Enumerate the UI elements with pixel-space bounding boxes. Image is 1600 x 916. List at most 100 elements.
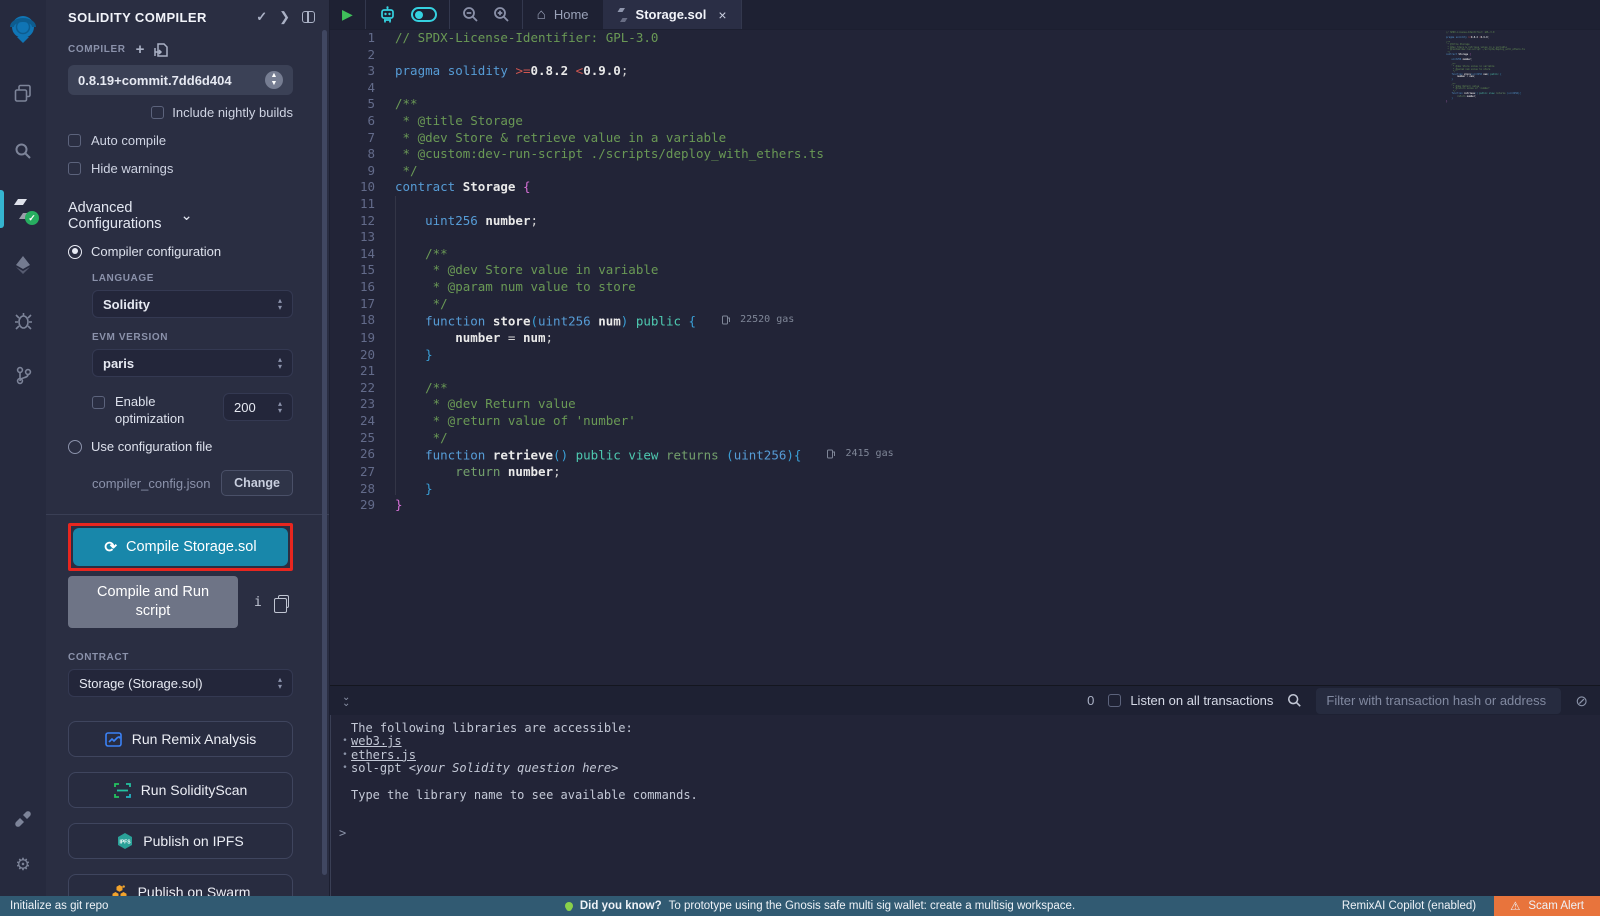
contract-section-label: CONTRACT xyxy=(68,652,293,663)
tab-home[interactable]: ⌂ Home xyxy=(523,0,603,29)
code-line: 28 } xyxy=(330,481,1600,498)
evm-version-select[interactable]: paris ▴▾ xyxy=(92,349,293,377)
optimization-runs-value: 200 xyxy=(234,400,278,415)
select-caret-icon: ▴▾ xyxy=(278,356,282,370)
editor-tabbar: ▶ ⌂ Home Storage.sol × xyxy=(330,0,1600,30)
terminal-line: •web3.js xyxy=(339,735,1600,748)
did-you-know-label: Did you know? xyxy=(580,900,662,912)
ai-copilot-toggle[interactable] xyxy=(411,7,437,22)
contract-select[interactable]: Storage (Storage.sol) ▴▾ xyxy=(68,669,293,697)
compile-button[interactable]: ⟳ Compile Storage.sol xyxy=(73,528,288,566)
compiler-configuration-label: Compiler configuration xyxy=(91,244,221,259)
compiler-version-select[interactable]: 0.8.19+commit.7dd6d404 ▲▼ xyxy=(68,65,293,95)
code-line: 5/** xyxy=(330,96,1600,113)
import-compiler-icon[interactable] xyxy=(154,43,168,57)
pin-panel-icon[interactable] xyxy=(302,11,315,23)
contract-value: Storage (Storage.sol) xyxy=(79,676,278,691)
evm-version-value: paris xyxy=(103,356,278,371)
copilot-status[interactable]: RemixAI Copilot (enabled) xyxy=(1342,900,1494,912)
code-line: 15 * @dev Store value in variable xyxy=(330,262,1600,279)
panel-scrollbar[interactable] xyxy=(322,30,327,875)
code-line: 17 */ xyxy=(330,296,1600,313)
debugger-icon[interactable] xyxy=(0,298,46,344)
code-line: 27 return number; xyxy=(330,464,1600,481)
settings-gear-icon[interactable]: ⚙ xyxy=(0,842,46,888)
terminal-line xyxy=(339,776,1600,789)
active-plugin-indicator xyxy=(0,190,4,228)
compiler-configuration-radio[interactable] xyxy=(68,245,82,259)
terminal-line: •ethers.js xyxy=(339,749,1600,762)
hide-warnings-checkbox[interactable] xyxy=(68,162,81,175)
change-config-button[interactable]: Change xyxy=(221,470,293,496)
highlight-rectangle: ⟳ Compile Storage.sol xyxy=(68,523,293,571)
did-you-know-text: To prototype using the Gnosis safe multi… xyxy=(669,900,1076,912)
terminal-output[interactable]: The following libraries are accessible:•… xyxy=(330,715,1600,896)
collapse-terminal-icon[interactable]: ⌄⌄ xyxy=(342,695,350,707)
lightbulb-icon xyxy=(565,902,573,910)
compile-success-badge: ✓ xyxy=(25,211,39,225)
terminal-line: •sol-gpt <your Solidity question here> xyxy=(339,762,1600,775)
warning-icon: ⚠ xyxy=(1510,899,1520,913)
code-line: 19 number = num; xyxy=(330,330,1600,347)
publish-on-ipfs-label: Publish on IPFS xyxy=(143,833,243,849)
deploy-run-icon[interactable] xyxy=(0,242,46,288)
search-icon[interactable] xyxy=(0,128,46,174)
home-tab-label: Home xyxy=(554,7,589,22)
copy-icon[interactable] xyxy=(278,595,289,608)
plugin-manager-icon[interactable] xyxy=(0,796,46,842)
code-line: 1// SPDX-License-Identifier: GPL-3.0 xyxy=(330,30,1600,47)
analysis-chart-icon xyxy=(105,732,122,747)
language-select[interactable]: Solidity ▴▾ xyxy=(92,290,293,318)
advanced-configurations-toggle[interactable]: Advanced Configurations ⌄ xyxy=(68,200,293,232)
auto-compile-checkbox[interactable] xyxy=(68,134,81,147)
solidity-compiler-icon[interactable]: ✓ xyxy=(0,186,46,232)
code-line: } xyxy=(1446,101,1542,103)
code-editor[interactable]: 1// SPDX-License-Identifier: GPL-3.02 3p… xyxy=(330,30,1600,685)
publish-on-ipfs-button[interactable]: IPFS Publish on IPFS xyxy=(68,823,293,859)
run-remix-analysis-button[interactable]: Run Remix Analysis xyxy=(68,721,293,757)
file-explorer-icon[interactable] xyxy=(0,70,46,116)
section-divider xyxy=(46,514,329,515)
git-init-status[interactable]: Initialize as git repo xyxy=(0,900,108,912)
enable-optimization-checkbox[interactable] xyxy=(92,396,105,409)
zoom-out-icon[interactable] xyxy=(462,6,479,23)
run-solidityscan-button[interactable]: Run SolidityScan xyxy=(68,772,293,808)
transaction-count: 0 xyxy=(1087,693,1094,708)
tab-storage-sol[interactable]: Storage.sol × xyxy=(603,0,742,29)
publish-on-swarm-button[interactable]: Publish on Swarm xyxy=(68,874,293,896)
editor-minimap[interactable]: // SPDX-License-Identifier: GPL-3.0 prag… xyxy=(1446,32,1542,103)
compile-and-run-tooltip[interactable]: Compile and Run script xyxy=(68,576,238,628)
listen-transactions-checkbox[interactable] xyxy=(1108,694,1121,707)
code-line: 6 * @title Storage xyxy=(330,113,1600,130)
code-line: 4 xyxy=(330,80,1600,97)
use-configuration-file-radio[interactable] xyxy=(68,440,82,454)
terminal-search-icon[interactable] xyxy=(1287,693,1302,708)
select-caret-icon: ▴▾ xyxy=(278,676,282,690)
compiler-version-value: 0.8.19+commit.7dd6d404 xyxy=(78,73,265,88)
chevron-right-icon[interactable]: ❯ xyxy=(279,9,290,25)
compiler-section-label: COMPILER xyxy=(68,44,126,55)
git-icon[interactable] xyxy=(0,352,46,398)
language-label: LANGUAGE xyxy=(92,273,293,284)
close-tab-icon[interactable]: × xyxy=(718,7,726,23)
remix-ai-logo-icon[interactable] xyxy=(0,6,46,52)
code-line: 11 xyxy=(330,196,1600,213)
terminal-link: ethers.js xyxy=(351,748,416,762)
swarm-icon xyxy=(111,884,128,896)
nightly-builds-checkbox[interactable] xyxy=(151,106,164,119)
run-script-play-icon[interactable]: ▶ xyxy=(342,6,353,23)
add-compiler-icon[interactable]: + xyxy=(136,41,145,58)
evm-version-label: EVM VERSION xyxy=(92,332,293,343)
optimization-runs-input[interactable]: 200 ▴▾ xyxy=(223,393,293,421)
stepper-caret-icon[interactable]: ▴▾ xyxy=(278,400,282,414)
transaction-filter-input[interactable] xyxy=(1316,688,1561,714)
publish-on-swarm-label: Publish on Swarm xyxy=(138,884,251,896)
terminal-toolbar: ⌄⌄ 0 Listen on all transactions ⊘ xyxy=(330,685,1600,715)
clear-console-icon[interactable]: ⊘ xyxy=(1575,692,1588,710)
scam-alert-button[interactable]: ⚠ Scam Alert xyxy=(1494,896,1600,916)
run-remix-analysis-label: Run Remix Analysis xyxy=(132,731,257,747)
zoom-in-icon[interactable] xyxy=(493,6,510,23)
info-icon[interactable]: i xyxy=(254,595,262,610)
remix-ai-robot-icon[interactable] xyxy=(378,6,397,24)
advanced-configurations-label: Advanced Configurations xyxy=(68,200,181,232)
